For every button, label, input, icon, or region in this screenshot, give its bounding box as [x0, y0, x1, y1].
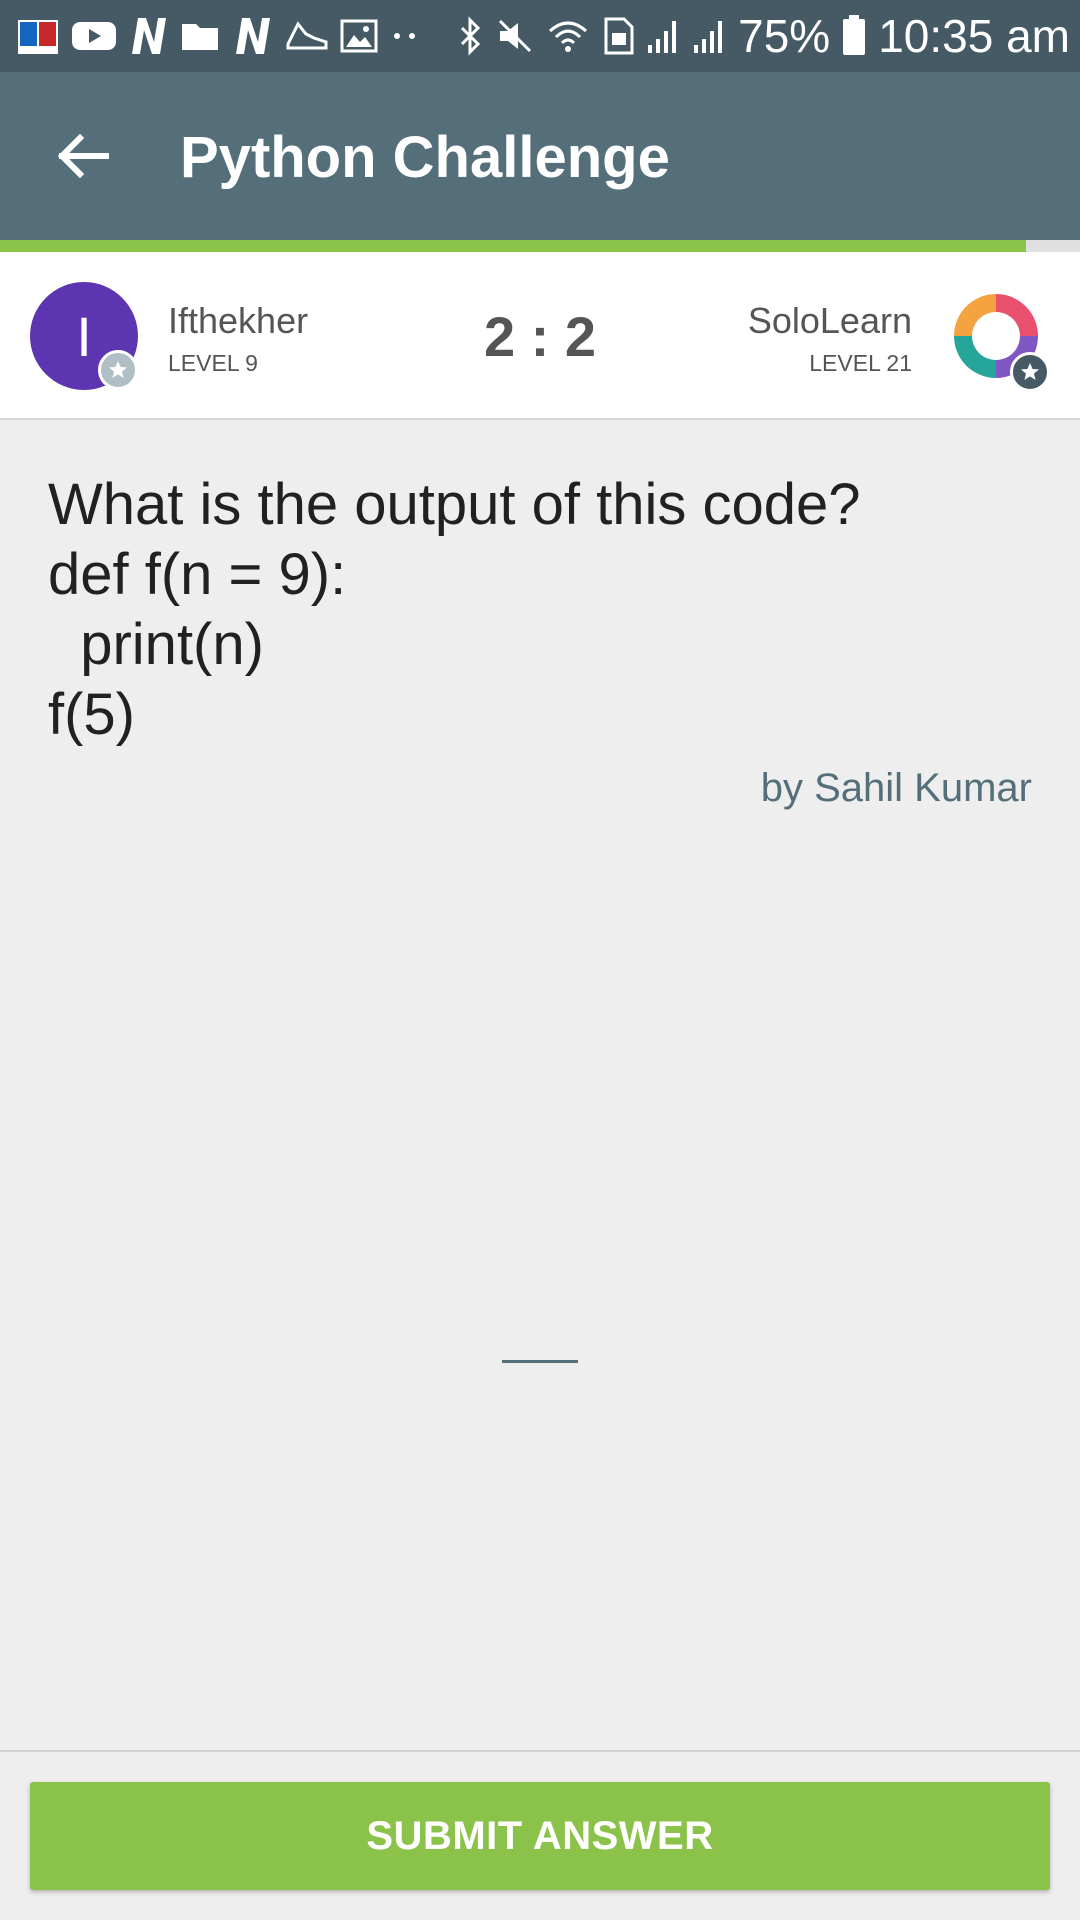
signal-icon [646, 12, 680, 60]
battery-percent: 75% [738, 10, 831, 62]
app-bar: Python Challenge [0, 72, 1080, 240]
n-app-icon [232, 12, 272, 60]
page-title: Python Challenge [180, 125, 670, 190]
player-level: LEVEL 9 [168, 350, 258, 376]
system-status: 75% 10:35 am [456, 9, 1070, 63]
more-dots-icon [390, 12, 420, 60]
challenge-progress-fill [0, 240, 1026, 252]
bluetooth-icon [456, 12, 484, 60]
youtube-icon [72, 12, 116, 60]
answer-input[interactable] [502, 1360, 578, 1363]
players-header: I Ifthekher LEVEL 9 2 : 2 SoloLearn LEVE… [0, 252, 1080, 420]
question-author: by Sahil Kumar [760, 766, 1032, 810]
wifi-icon [546, 12, 590, 60]
star-badge-icon [98, 350, 138, 390]
battery-icon [842, 12, 866, 60]
dictionary-app-icon [16, 12, 60, 60]
opponent-name[interactable]: SoloLearn [748, 300, 912, 342]
star-badge-icon [1010, 352, 1050, 392]
opponent-level: LEVEL 21 [809, 350, 912, 376]
divider [0, 1750, 1080, 1752]
challenge-progress-bar [0, 240, 1080, 252]
n-app-icon [128, 12, 168, 60]
status-bar: 75% 10:35 am [0, 0, 1080, 72]
score: 2 : 2 [483, 305, 597, 368]
image-icon [340, 12, 378, 60]
notification-icons [16, 12, 420, 60]
avatar-initial: I [76, 304, 92, 368]
clock: 10:35 am [878, 10, 1070, 62]
sim-icon [602, 12, 634, 60]
folder-icon [180, 12, 220, 60]
arrow-back-icon [57, 133, 109, 179]
shoe-icon [284, 12, 328, 60]
signal-icon [692, 12, 726, 60]
player-name[interactable]: Ifthekher [168, 300, 308, 342]
back-button[interactable] [48, 122, 116, 190]
mute-icon [496, 12, 534, 60]
question-text: What is the output of this code? def f(n… [48, 472, 861, 747]
submit-answer-button[interactable]: SUBMIT ANSWER [30, 1782, 1050, 1890]
